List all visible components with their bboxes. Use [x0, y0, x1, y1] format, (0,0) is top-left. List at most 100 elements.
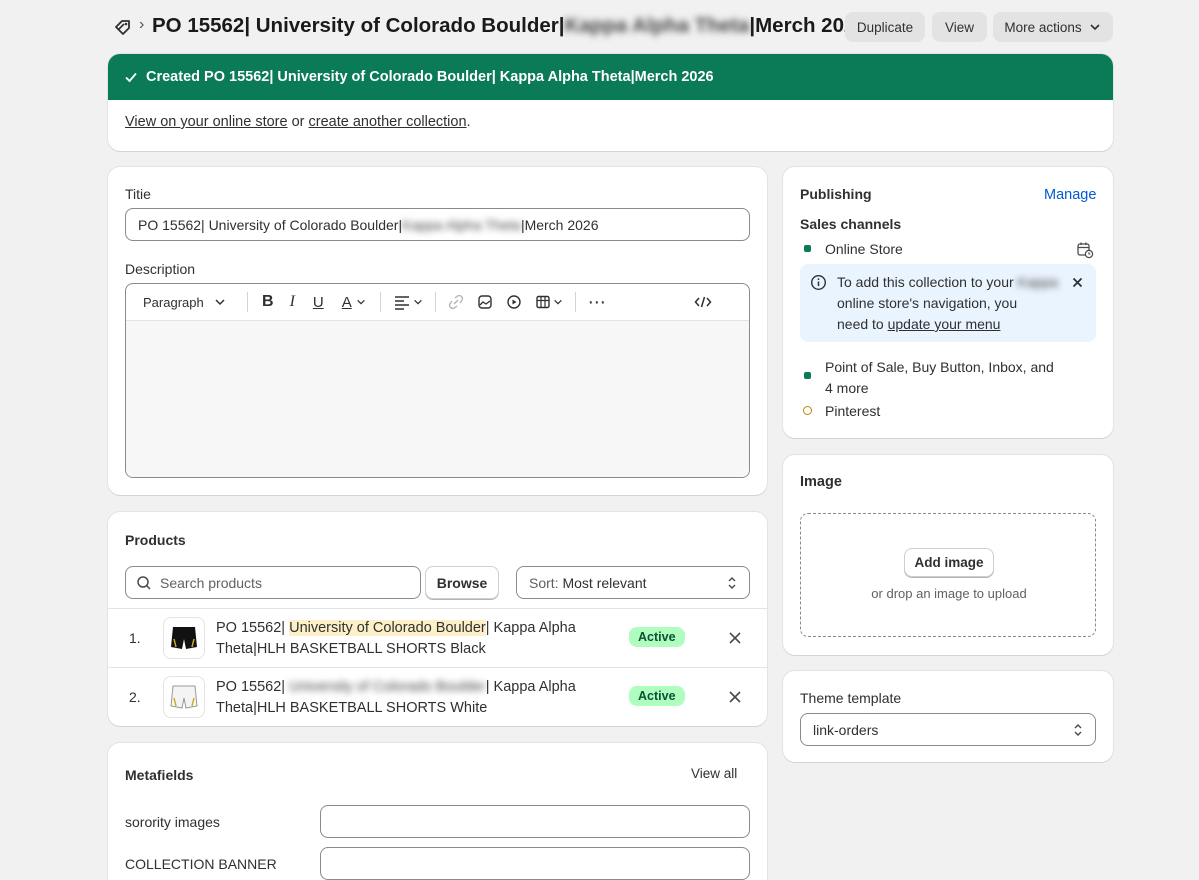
- view-online-store-link[interactable]: View on your online store: [125, 114, 288, 130]
- italic-icon[interactable]: I: [290, 293, 295, 311]
- pos-line2: 4 more: [825, 380, 869, 396]
- paragraph-select[interactable]: Paragraph: [143, 295, 247, 310]
- manage-link[interactable]: Manage: [1044, 187, 1096, 203]
- more-options-icon[interactable]: ⋯: [588, 293, 607, 311]
- view-button[interactable]: View: [932, 12, 987, 42]
- product-title-prefix: PO 15562|: [216, 679, 286, 695]
- duplicate-button[interactable]: Duplicate: [845, 12, 925, 42]
- info-text: To add this collection to your Kappa onl…: [837, 272, 1067, 335]
- table-row[interactable]: 1. PO 15562| University of Colorado Boul…: [108, 609, 767, 668]
- description-label: Description: [125, 261, 196, 277]
- link-icon[interactable]: [448, 294, 464, 310]
- code-icon[interactable]: [694, 294, 712, 310]
- theme-template-select[interactable]: link-orders: [800, 713, 1096, 746]
- breadcrumb-chevron-icon: ›: [139, 16, 145, 33]
- image-card: Image Add image or drop an image to uplo…: [783, 455, 1113, 655]
- banner-body: View on your online store or create anot…: [108, 100, 1113, 144]
- search-products-input[interactable]: Search products: [125, 566, 421, 599]
- publishing-card: Publishing Manage Sales channels Online …: [783, 167, 1113, 438]
- title-label: Titie: [125, 186, 151, 202]
- more-actions-button[interactable]: More actions: [993, 12, 1113, 42]
- publishing-heading: Publishing: [800, 186, 872, 202]
- theme-template-card: Theme template link-orders: [783, 671, 1113, 762]
- toolbar-divider: [434, 292, 436, 312]
- schedule-calendar-icon[interactable]: [1076, 241, 1094, 259]
- close-icon[interactable]: [1072, 277, 1083, 288]
- active-channel-dot: [804, 245, 811, 252]
- status-badge: Active: [629, 686, 685, 706]
- pinterest-label: Pinterest: [825, 403, 881, 419]
- checkmark-icon: [125, 72, 137, 83]
- toolbar-divider: [379, 292, 381, 312]
- active-channel-dot: [804, 372, 811, 379]
- table-row[interactable]: 2. PO 15562| University of Colorado Boul…: [108, 668, 767, 726]
- theme-template-label: Theme template: [800, 690, 902, 706]
- product-thumbnail: [163, 617, 205, 659]
- description-textarea[interactable]: [126, 321, 749, 477]
- product-title-prefix: PO 15562|: [216, 620, 286, 636]
- sort-select[interactable]: Sort: Most relevant: [516, 566, 750, 599]
- select-arrows-icon: [1074, 723, 1082, 736]
- product-title-redacted: University of Colorado Boulder: [289, 679, 486, 695]
- pos-channels-label: Point of Sale, Buy Button, Inbox, and 4 …: [825, 357, 1054, 399]
- title-input[interactable]: PO 15562| University of Colorado Boulder…: [125, 208, 750, 241]
- add-image-button[interactable]: Add image: [904, 548, 994, 577]
- success-banner: Created PO 15562| University of Colorado…: [108, 54, 1113, 151]
- row-index: 1.: [129, 630, 141, 646]
- bold-icon[interactable]: B: [262, 293, 274, 311]
- collection-banner-label: COLLECTION BANNER: [125, 856, 277, 872]
- table-icon[interactable]: [535, 294, 551, 310]
- align-left-icon[interactable]: [393, 294, 411, 310]
- sorority-images-field[interactable]: [320, 805, 750, 838]
- info-redacted: Kappa: [1017, 274, 1059, 290]
- product-title-suffix: | Kappa Alpha: [485, 620, 576, 636]
- browse-button[interactable]: Browse: [425, 566, 499, 599]
- underline-icon[interactable]: U: [313, 294, 324, 311]
- chevron-down-icon: [215, 299, 225, 306]
- status-badge: Active: [629, 627, 685, 647]
- image-dropzone[interactable]: Add image or drop an image to upload: [800, 513, 1096, 637]
- title-input-text: PO 15562| University of Colorado Boulder…: [138, 216, 403, 233]
- product-thumbnail: [163, 676, 205, 718]
- chevron-down-icon: [413, 299, 422, 305]
- search-icon: [137, 575, 151, 590]
- drop-image-text: or drop an image to upload: [871, 586, 1027, 601]
- text-color-icon[interactable]: A: [342, 294, 352, 311]
- collection-banner-field[interactable]: [320, 847, 750, 880]
- metafields-card: Metafields View all sorority images COLL…: [108, 743, 767, 880]
- sales-channels-label: Sales channels: [800, 216, 902, 232]
- info-line3: need to: [837, 316, 884, 332]
- title-description-card: Titie PO 15562| University of Colorado B…: [108, 167, 767, 495]
- chevron-down-icon: [356, 299, 365, 305]
- select-arrows-icon: [728, 576, 736, 589]
- info-banner: To add this collection to your Kappa onl…: [800, 264, 1096, 342]
- online-store-label: Online Store: [825, 241, 903, 257]
- update-menu-link[interactable]: update your menu: [888, 316, 1001, 332]
- video-icon[interactable]: [506, 294, 522, 310]
- product-title[interactable]: PO 15562| University of Colorado Boulder…: [216, 618, 576, 660]
- image-icon[interactable]: [477, 294, 493, 310]
- remove-icon[interactable]: [728, 690, 742, 704]
- page-title-redacted: Kappa Alpha Theta: [564, 14, 750, 37]
- product-title[interactable]: PO 15562| University of Colorado Boulder…: [216, 677, 576, 719]
- chevron-down-icon: [553, 299, 562, 305]
- view-all-link[interactable]: View all: [691, 766, 737, 781]
- title-input-suffix: |Merch 2026: [520, 216, 599, 233]
- info-line1: To add this collection to your: [837, 274, 1014, 290]
- create-another-collection-link[interactable]: create another collection: [309, 114, 467, 130]
- row-index: 2.: [129, 689, 141, 705]
- remove-icon[interactable]: [728, 631, 742, 645]
- collection-tag-icon[interactable]: [112, 16, 134, 38]
- info-line2: online store's navigation, you: [837, 295, 1018, 311]
- info-icon: [810, 274, 827, 291]
- sort-select-text: Sort: Most relevant: [529, 575, 647, 591]
- chevron-down-icon: [1090, 24, 1100, 31]
- image-heading: Image: [800, 474, 842, 490]
- products-card: Products Search products Browse Sort: Mo…: [108, 512, 767, 726]
- more-actions-label: More actions: [1004, 19, 1082, 35]
- product-title-suffix: | Kappa Alpha: [485, 679, 576, 695]
- page-title-text: PO 15562| University of Colorado Boulder…: [152, 14, 565, 37]
- sorority-images-label: sorority images: [125, 814, 220, 830]
- sort-prefix: Sort:: [529, 574, 559, 591]
- product-title-highlight: University of Colorado Boulder: [289, 620, 486, 636]
